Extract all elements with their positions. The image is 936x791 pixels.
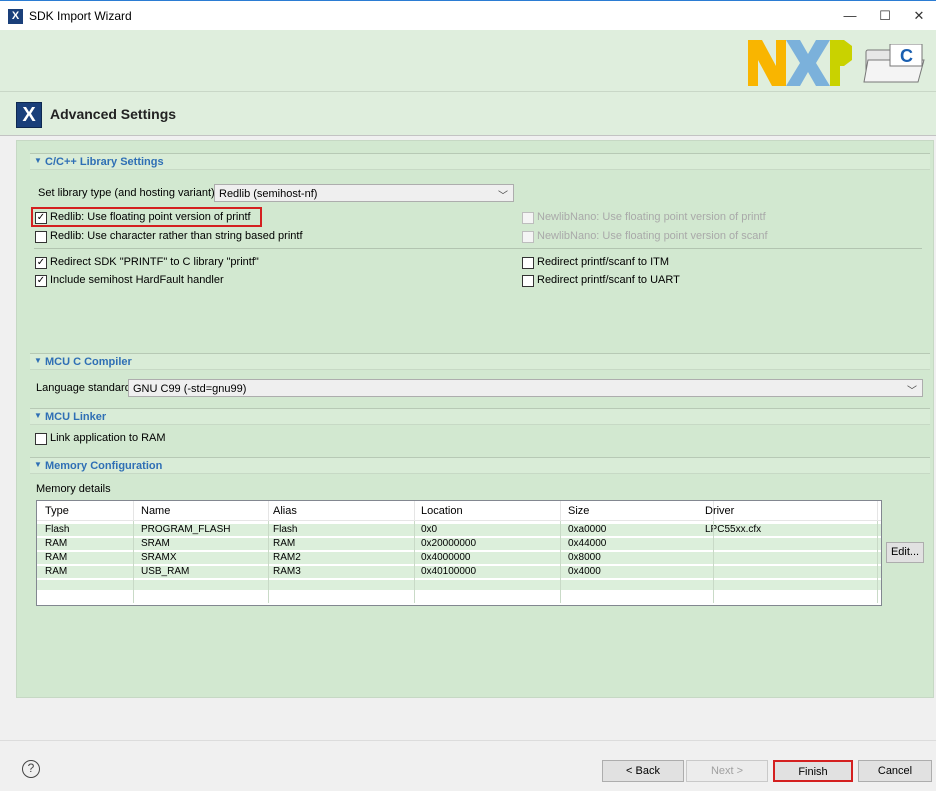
chevron-down-icon: ﹀ — [907, 386, 917, 397]
window-title: SDK Import Wizard — [29, 9, 132, 23]
cell-size: 0xa0000 — [568, 524, 607, 535]
memory-details-label: Memory details — [36, 483, 111, 495]
cell-alias: Flash — [273, 524, 298, 535]
library-type-label: Set library type (and hosting variant) — [38, 187, 215, 199]
col-header-type: Type — [45, 505, 69, 517]
svg-text:C: C — [900, 46, 913, 66]
language-standard-value: GNU C99 (-std=gnu99) — [133, 383, 247, 395]
library-type-dropdown[interactable]: Redlib (semihost-nf) ﹀ — [214, 184, 514, 202]
language-standard-label: Language standard — [36, 382, 131, 394]
table-row-empty — [37, 580, 881, 590]
col-header-alias: Alias — [273, 505, 297, 517]
cell-type: Flash — [45, 524, 70, 535]
section-compiler-title: MCU C Compiler — [45, 356, 132, 368]
cell-size: 0x8000 — [568, 552, 601, 563]
checkbox-redirect-sdk-printf[interactable]: ✓ — [35, 257, 47, 269]
cancel-button[interactable]: Cancel — [858, 760, 932, 782]
section-library-title: C/C++ Library Settings — [45, 156, 164, 168]
checkbox-semihost-hardfault[interactable]: ✓ — [35, 275, 47, 287]
section-memory-header[interactable]: ▼ Memory Configuration — [30, 457, 930, 474]
cell-size: 0x4000 — [568, 566, 601, 577]
cell-alias: RAM — [273, 538, 296, 549]
col-header-driver: Driver — [705, 505, 735, 517]
edit-button[interactable]: Edit... — [886, 542, 924, 563]
close-button[interactable]: ✕ — [904, 5, 934, 27]
table-row[interactable]: RAM SRAM RAM 0x20000000 0x44000 — [37, 538, 881, 550]
table-row[interactable]: RAM USB_RAM RAM3 0x40100000 0x4000 — [37, 566, 881, 578]
label-semihost-hardfault: Include semihost HardFault handler — [50, 274, 224, 286]
folder-c-icon: C — [863, 44, 925, 83]
checkbox-redlib-char-printf[interactable] — [35, 231, 47, 243]
section-linker-title: MCU Linker — [45, 411, 107, 423]
section-library-header[interactable]: ▼ C/C++ Library Settings — [30, 153, 930, 170]
wizard-banner: C — [0, 30, 936, 92]
cell-location: 0x20000000 — [421, 538, 477, 549]
wizard-icon: X — [16, 102, 42, 128]
chevron-down-icon: ﹀ — [498, 191, 508, 202]
cell-name: SRAMX — [141, 552, 177, 563]
help-icon[interactable]: ? — [22, 760, 40, 778]
library-type-value: Redlib (semihost-nf) — [219, 188, 318, 200]
cell-alias: RAM2 — [273, 552, 301, 563]
checkbox-redirect-uart[interactable] — [522, 275, 534, 287]
cell-type: RAM — [45, 566, 68, 577]
next-button: Next > — [686, 760, 768, 782]
back-button[interactable]: < Back — [602, 760, 684, 782]
cell-name: USB_RAM — [141, 566, 190, 577]
language-standard-dropdown[interactable]: GNU C99 (-std=gnu99) ﹀ — [128, 379, 923, 397]
table-row[interactable]: Flash PROGRAM_FLASH Flash 0x0 0xa0000 LP… — [37, 524, 881, 536]
label-newlibnano-float-printf: NewlibNano: Use floating point version o… — [537, 211, 766, 223]
label-redirect-sdk-printf: Redirect SDK "PRINTF" to C library "prin… — [50, 256, 259, 268]
checkbox-newlibnano-float-scanf — [522, 231, 534, 243]
cell-size: 0x44000 — [568, 538, 607, 549]
cell-location: 0x40100000 — [421, 566, 477, 577]
collapse-arrow-icon: ▼ — [34, 156, 42, 165]
section-linker-header[interactable]: ▼ MCU Linker — [30, 408, 930, 425]
cell-name: PROGRAM_FLASH — [141, 524, 231, 535]
footer-separator — [0, 740, 936, 741]
page-header: X Advanced Settings — [0, 92, 936, 136]
checkbox-redirect-itm[interactable] — [522, 257, 534, 269]
label-redirect-itm: Redirect printf/scanf to ITM — [537, 256, 670, 268]
cell-type: RAM — [45, 538, 68, 549]
cell-name: SRAM — [141, 538, 170, 549]
label-redirect-uart: Redirect printf/scanf to UART — [537, 274, 680, 286]
finish-button[interactable]: Finish — [773, 760, 853, 782]
cell-alias: RAM3 — [273, 566, 301, 577]
label-newlibnano-float-scanf: NewlibNano: Use floating point version o… — [537, 230, 768, 242]
checkbox-link-to-ram[interactable] — [35, 433, 47, 445]
cell-location: 0x4000000 — [421, 552, 471, 563]
collapse-arrow-icon: ▼ — [34, 460, 42, 469]
label-redlib-char-printf: Redlib: Use character rather than string… — [50, 230, 303, 242]
title-bar: X SDK Import Wizard — ☐ ✕ — [0, 0, 936, 30]
nxp-logo — [748, 40, 852, 86]
col-header-location: Location — [421, 505, 463, 517]
section-compiler-header[interactable]: ▼ MCU C Compiler — [30, 353, 930, 370]
cell-type: RAM — [45, 552, 68, 563]
cell-location: 0x0 — [421, 524, 438, 535]
maximize-button[interactable]: ☐ — [870, 5, 900, 27]
highlight-box — [31, 207, 262, 227]
memory-table: Type Name Alias Location Size Driver Fla… — [36, 500, 882, 606]
collapse-arrow-icon: ▼ — [34, 356, 42, 365]
col-header-name: Name — [141, 505, 171, 517]
table-header: Type Name Alias Location Size Driver — [37, 501, 881, 521]
app-icon: X — [8, 9, 23, 24]
label-link-to-ram: Link application to RAM — [50, 432, 166, 444]
collapse-arrow-icon: ▼ — [34, 411, 42, 420]
page-title: Advanced Settings — [50, 106, 177, 122]
checkbox-newlibnano-float-printf — [522, 212, 534, 224]
separator — [34, 248, 922, 249]
section-memory-title: Memory Configuration — [45, 460, 163, 472]
minimize-button[interactable]: — — [835, 5, 865, 27]
table-row[interactable]: RAM SRAMX RAM2 0x4000000 0x8000 — [37, 552, 881, 564]
col-header-size: Size — [568, 505, 590, 517]
